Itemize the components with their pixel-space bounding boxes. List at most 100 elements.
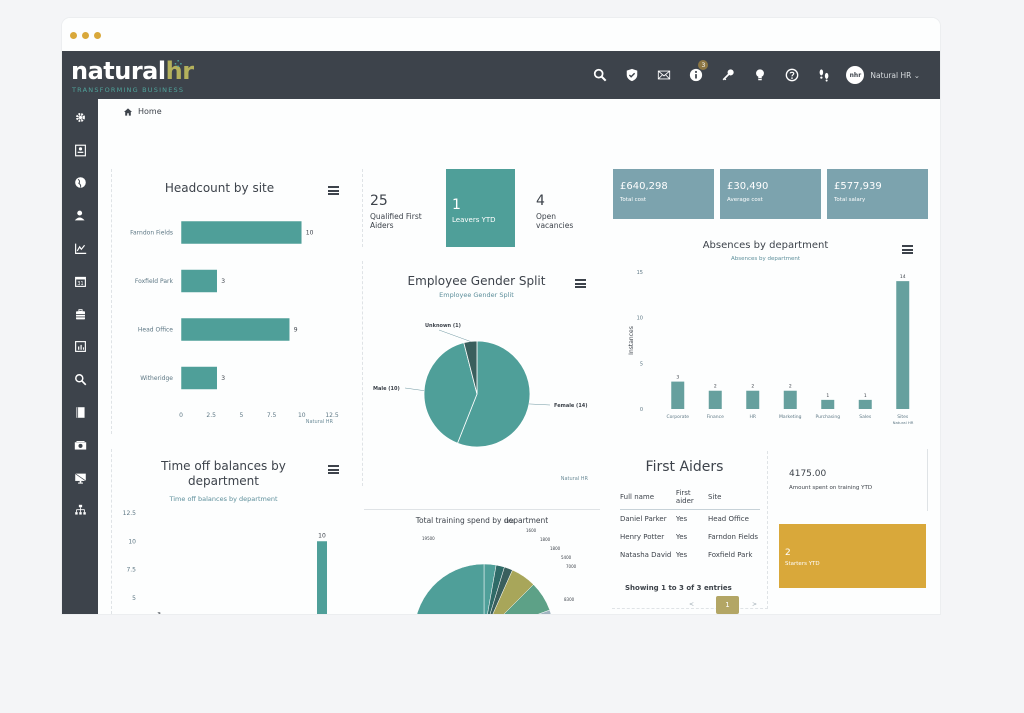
absences-category-label: Corporate [667, 414, 690, 420]
kpi-value: £640,298 [620, 181, 668, 192]
key-icon[interactable] [712, 51, 744, 99]
globe-icon [74, 177, 86, 189]
absences-data-label: 2 [714, 384, 717, 390]
timeoff-data-label: 10 [318, 532, 326, 539]
avatar: nhr [846, 66, 865, 84]
column-header-site[interactable]: Site [707, 485, 760, 510]
pagination-prev[interactable]: < [689, 601, 694, 608]
users-icon [74, 210, 85, 221]
absences-y-label: Instances [628, 326, 635, 355]
headcount-data-label: 10 [306, 230, 314, 237]
table-row[interactable]: Henry Potter Yes Farndon Fields [620, 528, 760, 546]
absences-data-label: 1 [826, 393, 829, 399]
kpi-leavers[interactable]: 1 Leavers YTD [446, 169, 515, 247]
money-icon [74, 440, 86, 450]
headcount-category-label: Head Office [138, 327, 173, 334]
table-row[interactable]: Natasha David Yes Foxfield Park [620, 546, 760, 564]
column-header-full-name[interactable]: Full name [620, 485, 676, 510]
sidebar-item-users[interactable] [62, 199, 98, 232]
sidebar-item-money[interactable] [62, 429, 98, 462]
gender-data-label: Male (10) [373, 386, 400, 392]
table-header-row: Full name First aider Site [620, 485, 760, 510]
shield-check-icon[interactable] [616, 51, 648, 99]
pagination-page-1[interactable]: 1 [716, 596, 739, 614]
kpi-first-aiders[interactable]: 25 Qualified First Aiders [362, 169, 442, 247]
sidebar-item-briefcase[interactable] [62, 298, 98, 331]
absences-category-label: Sales [859, 414, 872, 420]
sidebar-item-globe[interactable] [62, 167, 98, 200]
book-icon [75, 407, 85, 418]
absences-y-tick: 10 [637, 316, 643, 322]
kpi-average-cost[interactable]: £30,490 Average cost [720, 169, 821, 219]
sidebar-item-org-chart[interactable] [62, 495, 98, 528]
kpi-total-salary[interactable]: £577,939 Total salary [827, 169, 928, 219]
sidebar-item-profile-card[interactable] [62, 134, 98, 167]
report-icon [74, 341, 86, 353]
headcount-chart: Farndon Fields 10 Foxfield Park 3 Head Offic… [130, 220, 339, 419]
gender-credit: Natural HR [560, 476, 588, 482]
kpi-value: 25 [370, 193, 388, 209]
headcount-x-tick: 12.5 [325, 412, 339, 419]
kpi-label: Total salary [834, 197, 866, 203]
breadcrumb: Home [124, 107, 162, 116]
absences-bar [821, 399, 835, 409]
sidebar-item-search[interactable] [62, 363, 98, 396]
absences-category-label: Marketing [779, 414, 802, 420]
sidebar-item-calendar[interactable]: 31 [62, 265, 98, 298]
window-dot-maximize[interactable] [94, 32, 101, 39]
search-icon[interactable] [584, 51, 616, 99]
headcount-category-label: Farndon Fields [130, 230, 173, 237]
absences-bar [746, 390, 760, 409]
timeoff-y-tick: 5 [132, 595, 136, 602]
search-icon [74, 374, 86, 386]
absences-bar [896, 281, 910, 409]
column-header-first-aider[interactable]: First aider [675, 485, 708, 510]
breadcrumb-home[interactable]: Home [138, 107, 162, 116]
kpi-vacancies[interactable]: 4 Open vacancies [536, 193, 581, 230]
sidebar-item-monitor[interactable] [62, 462, 98, 495]
window-titlebar [62, 18, 940, 51]
info-icon[interactable]: 3 [680, 51, 712, 99]
sidebar-item-report[interactable] [62, 331, 98, 364]
profile-card-icon [74, 144, 86, 157]
app-logo[interactable]: naturalhr ⁘ [71, 57, 194, 85]
pagination-next[interactable]: > [752, 601, 757, 608]
headcount-x-tick: 2.5 [206, 412, 216, 419]
table-row[interactable]: Daniel Parker Yes Head Office [620, 510, 760, 528]
sidebar-item-settings[interactable] [62, 101, 98, 134]
kpi-total-cost[interactable]: £640,298 Total cost [613, 169, 714, 219]
user-menu[interactable]: nhr Natural HR ⌄ [846, 66, 920, 84]
kpi-label: Amount spent on training YTD [789, 485, 873, 491]
sidebar-item-line-chart[interactable] [62, 232, 98, 265]
training-data-label: 7000 [566, 564, 577, 569]
briefcase-icon [75, 308, 85, 320]
absences-y-tick: 5 [640, 361, 643, 367]
browser-window: naturalhr ⁘ TRANSFORMING BUSINESS 3 nhr N… [62, 18, 940, 614]
training-panel: Total training spend by department 19500… [364, 509, 600, 614]
cell-site: Head Office [707, 514, 749, 523]
gender-connector [438, 329, 471, 342]
top-navigation: naturalhr ⁘ TRANSFORMING BUSINESS 3 nhr N… [62, 51, 940, 99]
window-dot-close[interactable] [70, 32, 77, 39]
kpi-value: £30,490 [727, 181, 769, 192]
help-icon[interactable] [776, 51, 808, 99]
mail-icon[interactable] [648, 51, 680, 99]
kpi-value: 2 [785, 548, 791, 558]
window-dot-minimize[interactable] [82, 32, 89, 39]
training-data-label: 1800 [540, 537, 551, 542]
cell-first-aider: Yes [675, 532, 688, 541]
training-data-label: 5400 [561, 555, 572, 560]
kpi-label: Open vacancies [536, 212, 574, 230]
kpi-training-spend[interactable]: 4175.00 Amount spent on training YTD [778, 449, 928, 511]
logo-text: natural [71, 57, 166, 85]
absences-category-label: HR [749, 414, 756, 420]
sidebar-item-book[interactable] [62, 396, 98, 429]
timeoff-y-tick: 12.5 [123, 510, 137, 517]
absences-data-label: 2 [751, 384, 754, 390]
lightbulb-icon[interactable] [744, 51, 776, 99]
kpi-starters[interactable]: 2 Starters YTD [779, 524, 926, 588]
footsteps-icon[interactable] [808, 51, 840, 99]
kpi-value: £577,939 [834, 181, 882, 192]
headcount-x-tick: 7.5 [267, 412, 277, 419]
org-chart-icon [74, 505, 86, 516]
